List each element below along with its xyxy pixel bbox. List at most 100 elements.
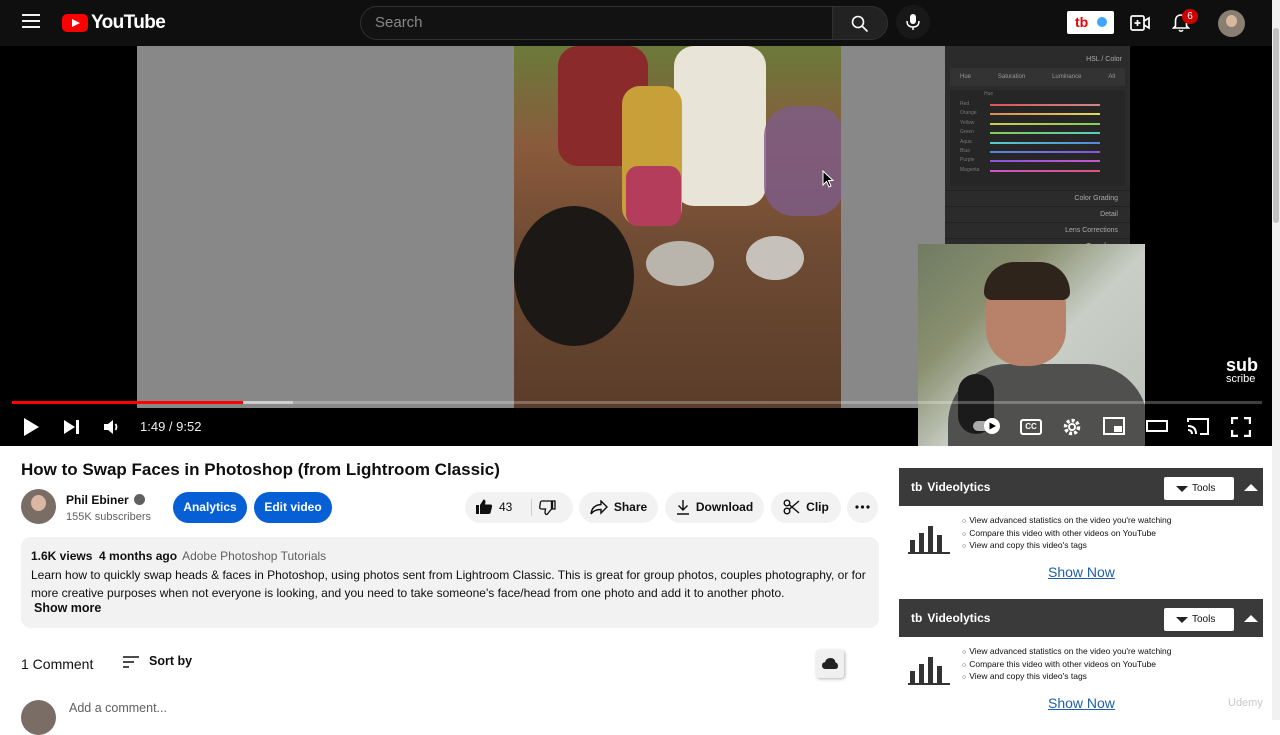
feature-item: Compare this video with other videos on … [962,659,1172,672]
like-dislike-group: 43 [465,492,573,523]
channel-name[interactable]: Phil Ebiner [66,493,129,507]
udemy-watermark: Udemy [1228,697,1263,709]
settings-icon[interactable] [1062,417,1082,437]
hsl-row-label: Blue [960,147,971,154]
account-avatar[interactable] [1218,10,1245,37]
comment-count: 1 Comment [21,656,94,672]
show-more-button[interactable]: Show more [34,601,101,615]
cloud-icon [822,658,838,669]
hsl-tab: Saturation [997,74,1026,80]
videolytics-title: Videolytics [927,480,991,494]
hsl-tabs: Hue Saturation Luminance All [950,68,1125,86]
hsl-row-label: Red [960,101,970,107]
played-bar [12,401,244,404]
volume-icon[interactable] [102,417,122,437]
status-dot [1097,17,1107,27]
divider [531,499,532,516]
tools-dropdown[interactable]: Tools [1164,608,1234,631]
download-icon [676,500,689,515]
thumbs-up-icon [476,499,493,514]
scrollbar-thumb[interactable] [1273,28,1279,223]
like-button[interactable]: 43 [475,499,513,514]
fullscreen-icon[interactable] [1231,417,1251,437]
hsl-sub-label: Hue [984,91,994,97]
youtube-logo[interactable]: YouTube [62,12,166,34]
player-controls: 1:49 / 9:52 CC [0,408,1272,446]
play-icon[interactable] [22,417,40,437]
youtube-play-icon [62,14,88,32]
download-button[interactable]: Download [665,492,764,523]
edit-video-button[interactable]: Edit video [254,492,332,523]
feature-item: View advanced statistics on the video yo… [962,515,1171,528]
feature-item: View advanced statistics on the video yo… [962,646,1171,659]
miniplayer-icon[interactable] [1103,417,1125,435]
hsl-row-label: Green [960,129,974,136]
hsl-row-label: Yellow [960,119,975,126]
show-now-link[interactable]: Show Now [1048,564,1115,580]
lr-section: Detail [945,206,1130,222]
videolytics-header: tb Videolytics Tools [899,468,1263,506]
cloud-extension-button[interactable] [816,650,844,678]
tubebuddy-extension-button[interactable]: tb [1067,11,1114,34]
view-count: 1.6K views [31,549,93,563]
hsl-slider-list: Hue Red Orange Yellow Green Aqua Blue Pu… [950,90,1125,186]
search-button[interactable] [832,6,888,40]
videolytics-header: tb Videolytics Tools [899,599,1263,637]
create-video-icon[interactable] [1130,14,1150,32]
upload-age: 4 months ago [99,549,178,563]
analytics-button[interactable]: Analytics [173,492,247,523]
share-button[interactable]: Share [579,492,658,523]
clip-button[interactable]: Clip [771,492,841,523]
like-count: 43 [499,500,513,514]
page-scrollbar[interactable] [1272,0,1280,720]
channel-avatar[interactable] [21,489,56,524]
menu-icon[interactable] [22,14,40,28]
search-icon [851,15,869,33]
voice-search-button[interactable] [896,5,930,39]
sort-by-button[interactable]: Sort by [122,654,192,669]
videolytics-widget: tb Videolytics Tools View advanced statis… [899,468,1263,580]
collapse-icon[interactable] [1244,484,1258,491]
hsl-tab: All [1108,74,1115,80]
progress-bar[interactable] [12,401,1262,404]
collapse-icon[interactable] [1244,615,1258,622]
description-box[interactable]: 1.6K views 4 months ago Adobe Photoshop T… [21,537,879,628]
next-icon[interactable] [63,417,81,437]
tools-dropdown[interactable]: Tools [1164,477,1234,500]
subscriber-count: 155K subscribers [66,511,151,523]
hsl-row-label: Orange [960,110,977,117]
cast-icon[interactable] [1187,417,1209,435]
feature-item: Compare this video with other videos on … [962,528,1172,541]
autoplay-toggle[interactable] [972,417,1002,435]
download-label: Download [695,500,754,514]
videolytics-feature-list: View advanced statistics on the video yo… [962,646,1172,684]
subscribe-watermark[interactable]: sub scribe [1226,356,1258,386]
tubebuddy-icon: tb [911,480,923,494]
bar-chart-icon [908,526,950,554]
mouse-cursor-icon [822,170,834,188]
notification-count-badge: 6 [1182,9,1198,24]
hsl-tab: Luminance [1052,74,1082,80]
search-input[interactable]: Search [360,6,833,40]
theater-mode-icon[interactable] [1146,417,1168,435]
family-photo [514,46,841,408]
lightroom-hsl-panel: HSL / Color Hue Saturation Luminance All… [945,46,1130,250]
show-now-link[interactable]: Show Now [1048,695,1115,711]
mic-icon [906,14,920,30]
channel-name-row[interactable]: Phil Ebiner [66,493,145,507]
video-title: How to Swap Faces in Photoshop (from Lig… [21,460,500,479]
time-display: 1:49 / 9:52 [140,419,202,434]
masthead: YouTube Search tb 6 [0,0,1280,46]
thumbs-down-icon[interactable] [539,500,556,516]
hsl-row-label: Magenta [960,166,980,173]
feature-item: View and copy this video's tags [962,671,1172,684]
captions-icon[interactable]: CC [1020,419,1042,435]
video-player[interactable]: HSL / Color Hue Saturation Luminance All… [0,46,1272,446]
share-icon [590,499,608,515]
add-comment-input[interactable]: Add a comment... [69,701,167,715]
user-avatar [21,700,56,735]
more-actions-button[interactable] [847,492,878,523]
hashtag-link[interactable]: Adobe Photoshop Tutorials [182,549,326,563]
more-icon [855,505,870,509]
watermark-text: scribe [1226,373,1256,385]
